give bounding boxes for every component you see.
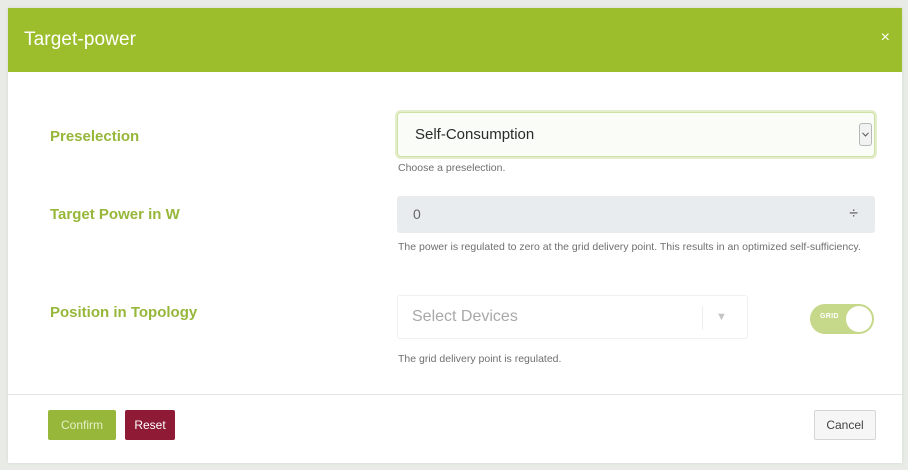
topology-help: The grid delivery point is regulated. xyxy=(398,353,562,365)
target-power-dialog: Target-power × Preselection Self-Consump… xyxy=(8,8,902,463)
preselection-label: Preselection xyxy=(50,128,140,145)
preselection-value: Self-Consumption xyxy=(415,126,535,143)
preselection-select[interactable]: Self-Consumption xyxy=(397,112,875,157)
dialog-title: Target-power xyxy=(24,29,137,50)
grid-toggle[interactable]: GRID xyxy=(810,304,874,334)
chevron-down-icon[interactable] xyxy=(859,123,872,146)
caret-down-icon[interactable]: ▼ xyxy=(716,311,727,323)
target-power-label: Target Power in W xyxy=(50,206,180,223)
close-icon[interactable]: × xyxy=(881,30,890,46)
preselection-help: Choose a preselection. xyxy=(398,162,506,174)
toggle-knob xyxy=(846,306,872,332)
footer-divider xyxy=(8,394,902,395)
select-devices-dropdown[interactable]: Select Devices ▼ xyxy=(397,295,748,339)
dialog-header: Target-power × xyxy=(8,8,902,72)
target-power-input[interactable]: 0 ÷ xyxy=(397,196,875,233)
confirm-button[interactable]: Confirm xyxy=(48,410,116,440)
target-power-help: The power is regulated to zero at the gr… xyxy=(398,241,861,253)
reset-button[interactable]: Reset xyxy=(125,410,175,440)
topology-label: Position in Topology xyxy=(50,304,198,321)
cancel-button[interactable]: Cancel xyxy=(814,410,876,440)
dropdown-divider xyxy=(702,306,703,330)
spinner-icon[interactable]: ÷ xyxy=(849,206,858,222)
select-devices-placeholder: Select Devices xyxy=(412,308,518,325)
target-power-value: 0 xyxy=(413,206,421,222)
grid-toggle-label: GRID xyxy=(820,313,839,320)
